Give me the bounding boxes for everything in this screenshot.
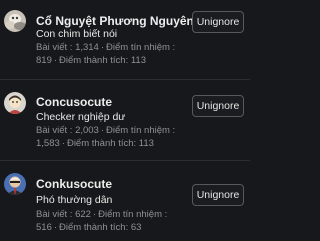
posts-count: Bài viết : 2,003 xyxy=(36,125,99,136)
achievement-points: tích: 63 xyxy=(110,221,142,233)
username[interactable]: Concusocute xyxy=(36,95,112,109)
separator: · xyxy=(53,221,58,233)
avatar[interactable] xyxy=(4,173,26,195)
separator: · xyxy=(100,42,105,53)
ignored-users-list: Cổ Nguyệt Phương Nguyên Con chim biết nó… xyxy=(0,0,250,241)
username[interactable]: Conkusocute xyxy=(36,177,112,191)
achievement-points: tích: 113 xyxy=(110,54,147,66)
user-stats: Bài viết : 2,003 · Điểm tín nhiệm : 1,583 ·… xyxy=(36,125,186,150)
avatar-image xyxy=(4,173,26,195)
achievement-points-label: Điểm thành xyxy=(66,137,116,149)
avatar[interactable] xyxy=(4,10,26,32)
avatar[interactable] xyxy=(4,92,26,114)
username[interactable]: Cổ Nguyệt Phương Nguyên xyxy=(36,14,194,28)
list-item: Cổ Nguyệt Phương Nguyên Con chim biết nó… xyxy=(0,0,250,80)
posts-count: Bài viết : 622 xyxy=(36,209,91,220)
unignore-button[interactable]: Unignore xyxy=(192,95,244,117)
list-item: Conkusocute Phó thường dân Bài viết : 62… xyxy=(0,161,250,241)
unignore-button[interactable]: Unignore xyxy=(192,11,244,33)
user-title: Phó thường dân xyxy=(36,194,113,206)
separator: · xyxy=(61,137,65,149)
list-item: Concusocute Checker nghiệp dư Bài viết :… xyxy=(0,80,250,160)
avatar-image xyxy=(4,92,26,114)
achievement-points: tích: 113 xyxy=(118,137,154,149)
achievement-points-label: Điểm thành xyxy=(59,54,108,66)
user-stats: Bài viết : 622 · Điểm tín nhiệm : 516 · Điểm… xyxy=(36,209,186,234)
user-title: Con chim biết nói xyxy=(36,28,118,40)
separator: · xyxy=(100,125,105,136)
posts-count: Bài viết : 1,314 xyxy=(36,42,99,53)
achievement-points-label: Điểm thành xyxy=(59,221,108,233)
user-title: Checker nghiệp dư xyxy=(36,111,126,123)
user-stats: Bài viết : 1,314 · Điểm tín nhiệm : 819 · Đi… xyxy=(36,42,186,67)
avatar-image xyxy=(4,10,26,32)
separator: · xyxy=(53,54,58,66)
unignore-button[interactable]: Unignore xyxy=(192,184,244,206)
